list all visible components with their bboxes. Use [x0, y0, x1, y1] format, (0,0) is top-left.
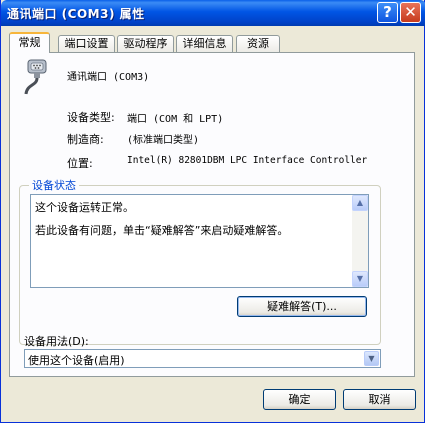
tab-resources[interactable]: 资源 — [236, 35, 280, 52]
help-button[interactable]: ? — [377, 2, 398, 23]
manufacturer-label: 制造商: — [67, 133, 104, 146]
cancel-button[interactable]: 取消 — [343, 389, 416, 410]
tab-details[interactable]: 详细信息 — [176, 35, 233, 52]
serial-port-icon — [24, 59, 47, 95]
device-usage-dropdown[interactable]: 使用这个设备(启用) ▼ — [24, 349, 381, 368]
status-scrollbar[interactable]: ▲ ▼ — [352, 195, 368, 287]
location-label: 位置: — [67, 157, 93, 170]
close-button[interactable]: ✕ — [400, 2, 421, 23]
status-line-2: 若此设备有问题，单击“疑难解答”来启动疑难解答。 — [35, 224, 289, 237]
ok-button[interactable]: 确定 — [263, 389, 336, 410]
device-status-textbox[interactable]: 这个设备运转正常。 若此设备有问题，单击“疑难解答”来启动疑难解答。 ▲ ▼ — [30, 194, 369, 288]
troubleshoot-button[interactable]: 疑难解答(T)... — [237, 296, 367, 317]
chevron-down-icon[interactable]: ▼ — [364, 351, 379, 366]
scroll-up-arrow-icon[interactable]: ▲ — [352, 195, 368, 211]
close-icon: ✕ — [404, 3, 417, 21]
tab-general[interactable]: 常规 — [9, 32, 50, 53]
device-usage-value: 使用这个设备(启用) — [28, 354, 125, 367]
location-value: Intel(R) 82801DBM LPC Interface Controll… — [127, 155, 368, 166]
properties-dialog: 通讯端口 (COM3) 属性 ? ✕ 常规 端口设置 驱动程序 详细信息 资源 … — [0, 0, 425, 423]
manufacturer-value: (标准端口类型) — [127, 135, 200, 146]
device-usage-label: 设备用法(D): — [24, 335, 89, 348]
device-status-title: 设备状态 — [29, 177, 79, 193]
status-line-1: 这个设备运转正常。 — [35, 201, 134, 214]
device-type-value: 端口 (COM 和 LPT) — [127, 114, 224, 125]
window-title: 通讯端口 (COM3) 属性 — [7, 7, 145, 21]
tab-port-settings[interactable]: 端口设置 — [58, 35, 115, 52]
tab-driver[interactable]: 驱动程序 — [117, 35, 174, 52]
device-name: 通讯端口 (COM3) — [67, 72, 150, 83]
help-icon: ? — [383, 3, 392, 21]
scroll-down-arrow-icon[interactable]: ▼ — [352, 271, 368, 287]
device-type-label: 设备类型: — [67, 111, 115, 124]
title-bar[interactable]: 通讯端口 (COM3) 属性 ? ✕ — [1, 0, 425, 26]
